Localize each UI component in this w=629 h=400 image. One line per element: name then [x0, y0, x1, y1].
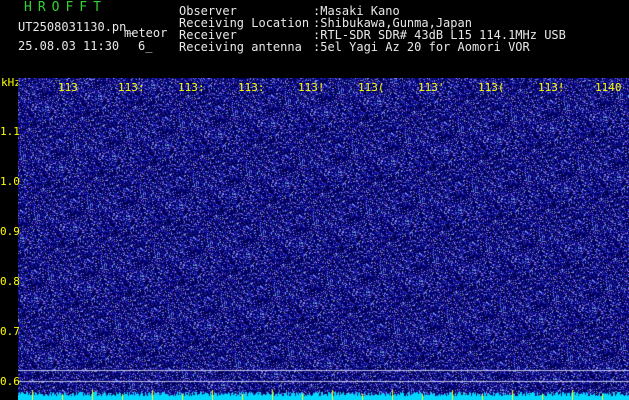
x-tick-label: 113(	[478, 81, 505, 94]
app-title: HROFFT	[24, 0, 107, 15]
y-tick-label: 0.9	[0, 225, 20, 238]
y-tick-label: 1.0	[0, 175, 20, 188]
antenna-value: :5el Yagi Az 20 for Aomori VOR	[313, 40, 530, 54]
x-tick-label: 113:	[178, 81, 205, 94]
filename-label: UT2508031130.pn_	[18, 20, 134, 34]
timestamp-label: 25.08.03 11:30	[18, 39, 120, 53]
x-tick-label: 113!	[298, 81, 325, 94]
x-tick-label: 113:	[118, 81, 145, 94]
y-tick-label: 0.8	[0, 275, 20, 288]
y-tick-label: 1.1	[0, 125, 20, 138]
x-tick-label: 113:	[238, 81, 265, 94]
meteor-count: 6_	[138, 39, 153, 53]
y-tick-label: 0.6	[0, 375, 20, 388]
spectrogram-canvas	[18, 78, 629, 400]
x-tick-label: 113!	[538, 81, 565, 94]
antenna-label: Receiving antenna	[179, 40, 302, 54]
x-tick-label: 113'	[418, 81, 445, 94]
meteor-label: meteor	[124, 26, 168, 40]
x-tick-label: 1140	[595, 81, 622, 94]
x-tick-label: 113(	[358, 81, 385, 94]
x-tick-label: 113	[58, 81, 78, 94]
y-tick-label: 0.7	[0, 325, 20, 338]
